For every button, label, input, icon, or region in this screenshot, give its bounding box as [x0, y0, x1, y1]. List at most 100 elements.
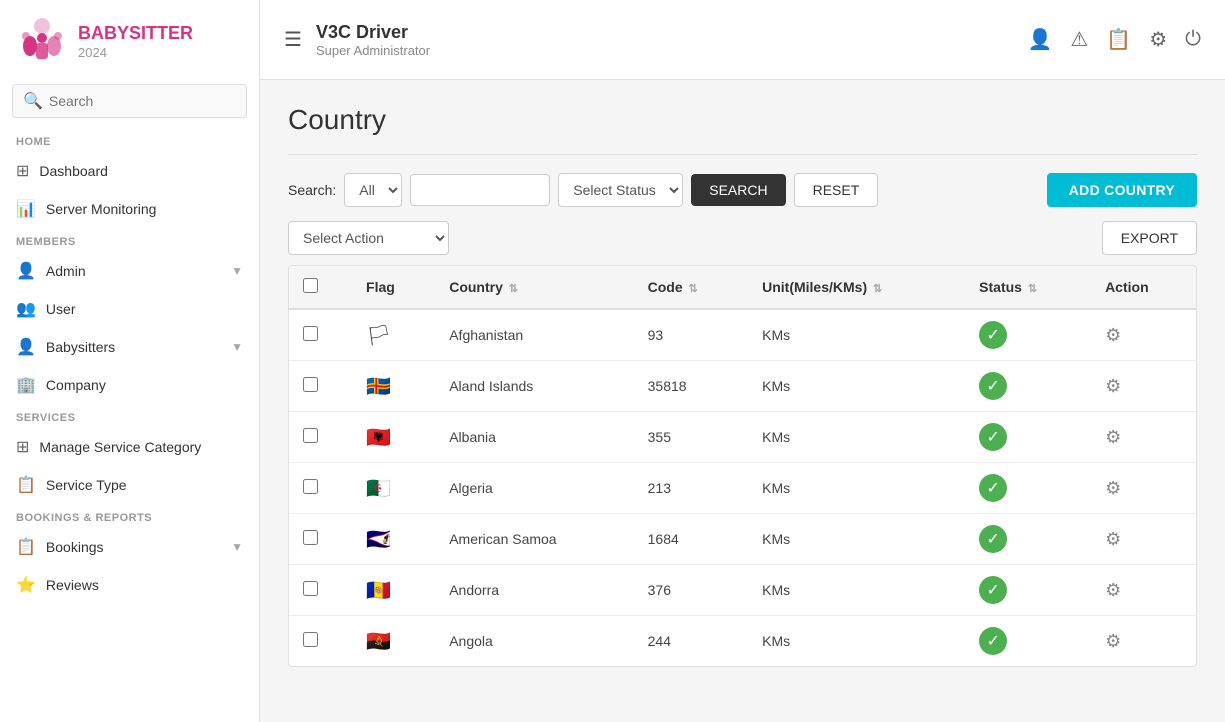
gear-action-button[interactable]: ⚙ [1105, 631, 1121, 652]
sidebar-item-label: Dashboard [39, 163, 108, 179]
status-active-icon[interactable]: ✓ [979, 474, 1007, 502]
row-status-cell: ✓ [965, 463, 1091, 514]
row-checkbox-5[interactable] [303, 581, 318, 596]
flag-emoji: 🇦🇸 [366, 529, 391, 551]
row-code-cell: 244 [634, 616, 748, 667]
row-flag-cell: 🇦🇩 [352, 565, 435, 616]
th-action: Action [1091, 266, 1196, 309]
sidebar-item-company[interactable]: 🏢 Company [0, 366, 259, 404]
row-checkbox-3[interactable] [303, 479, 318, 494]
alert-icon[interactable]: ⚠ [1070, 27, 1088, 52]
row-checkbox-cell [289, 565, 352, 616]
topbar: ☰ V3C Driver Super Administrator 👤 ⚠ 📋 ⚙… [260, 0, 1225, 80]
row-status-cell: ✓ [965, 309, 1091, 361]
gear-action-button[interactable]: ⚙ [1105, 478, 1121, 499]
main-area: ☰ V3C Driver Super Administrator 👤 ⚠ 📋 ⚙… [260, 0, 1225, 722]
row-checkbox-4[interactable] [303, 530, 318, 545]
sidebar-item-bookings[interactable]: 📋 Bookings ▼ [0, 528, 259, 566]
search-category-select[interactable]: All [344, 173, 402, 207]
row-unit-cell: KMs [748, 514, 965, 565]
th-code[interactable]: Code ⇅ [634, 266, 748, 309]
status-active-icon[interactable]: ✓ [979, 423, 1007, 451]
sidebar-item-user[interactable]: 👥 User [0, 290, 259, 328]
row-checkbox-6[interactable] [303, 632, 318, 647]
section-bookings-reports: BOOKINGS & REPORTS [0, 504, 259, 528]
gear-action-button[interactable]: ⚙ [1105, 529, 1121, 550]
sidebar-item-server-monitoring[interactable]: 📊 Server Monitoring [0, 190, 259, 228]
status-active-icon[interactable]: ✓ [979, 321, 1007, 349]
reset-button[interactable]: RESET [794, 173, 879, 207]
row-status-cell: ✓ [965, 565, 1091, 616]
row-flag-cell: 🇦🇸 [352, 514, 435, 565]
th-status[interactable]: Status ⇅ [965, 266, 1091, 309]
status-select[interactable]: Select Status Active Inactive [558, 173, 683, 207]
status-active-icon[interactable]: ✓ [979, 525, 1007, 553]
sort-country-icon: ⇅ [509, 283, 518, 295]
add-country-button[interactable]: ADD COUNTRY [1047, 173, 1197, 207]
gear-action-button[interactable]: ⚙ [1105, 580, 1121, 601]
sidebar-item-admin[interactable]: 👤 Admin ▼ [0, 252, 259, 290]
row-unit-cell: KMs [748, 463, 965, 514]
sidebar-item-reviews[interactable]: ⭐ Reviews [0, 566, 259, 604]
th-checkbox [289, 266, 352, 309]
row-checkbox-cell [289, 463, 352, 514]
row-checkbox-1[interactable] [303, 377, 318, 392]
th-country[interactable]: Country ⇅ [435, 266, 633, 309]
flag-emoji: 🇦🇱 [366, 427, 391, 449]
status-active-icon[interactable]: ✓ [979, 576, 1007, 604]
brand-logo [16, 16, 68, 68]
search-button[interactable]: SEARCH [691, 174, 785, 206]
action-select[interactable]: Select Action Delete Selected [288, 221, 449, 255]
select-all-checkbox[interactable] [303, 278, 318, 293]
row-action-cell: ⚙ [1091, 412, 1196, 463]
sidebar-item-service-type[interactable]: 📋 Service Type [0, 466, 259, 504]
brand-year: 2024 [78, 45, 193, 61]
settings-icon[interactable]: ⚙ [1149, 27, 1167, 52]
status-active-icon[interactable]: ✓ [979, 627, 1007, 655]
row-checkbox-0[interactable] [303, 326, 318, 341]
dashboard-icon: ⊞ [16, 161, 29, 181]
action-row: Select Action Delete Selected EXPORT [288, 221, 1197, 255]
row-checkbox-cell [289, 309, 352, 361]
row-country-cell: Afghanistan [435, 309, 633, 361]
row-checkbox-2[interactable] [303, 428, 318, 443]
sidebar-item-label: User [46, 301, 76, 317]
export-button[interactable]: EXPORT [1102, 221, 1197, 255]
gear-action-button[interactable]: ⚙ [1105, 376, 1121, 397]
babysitters-icon: 👤 [16, 337, 36, 357]
hamburger-menu-icon[interactable]: ☰ [284, 27, 302, 52]
gear-action-button[interactable]: ⚙ [1105, 427, 1121, 448]
notes-icon[interactable]: 📋 [1106, 27, 1131, 52]
title-divider [288, 154, 1197, 155]
service-category-icon: ⊞ [16, 437, 29, 457]
table-row: 🇦🇱 Albania 355 KMs ✓ ⚙ [289, 412, 1196, 463]
sidebar-search-box[interactable]: 🔍 [12, 84, 247, 118]
sidebar-item-dashboard[interactable]: ⊞ Dashboard [0, 152, 259, 190]
chevron-down-icon: ▼ [231, 264, 243, 278]
topbar-app-info: V3C Driver Super Administrator [316, 22, 430, 58]
th-flag: Flag [352, 266, 435, 309]
power-icon[interactable]: ⏻ [1185, 28, 1201, 51]
row-country-cell: Albania [435, 412, 633, 463]
th-unit[interactable]: Unit(Miles/KMs) ⇅ [748, 266, 965, 309]
service-type-icon: 📋 [16, 475, 36, 495]
country-table: Flag Country ⇅ Code ⇅ Unit(Miles/KMs) ⇅ … [289, 266, 1196, 666]
table-row: 🇦🇴 Angola 244 KMs ✓ ⚙ [289, 616, 1196, 667]
sidebar-item-label: Reviews [46, 577, 99, 593]
sidebar-item-babysitters[interactable]: 👤 Babysitters ▼ [0, 328, 259, 366]
gear-action-button[interactable]: ⚙ [1105, 325, 1121, 346]
row-flag-cell: 🇦🇱 [352, 412, 435, 463]
row-action-cell: ⚙ [1091, 565, 1196, 616]
search-text-input[interactable] [410, 174, 550, 206]
row-checkbox-cell [289, 361, 352, 412]
sidebar-item-manage-service-category[interactable]: ⊞ Manage Service Category [0, 428, 259, 466]
sort-code-icon: ⇅ [689, 283, 698, 295]
search-input[interactable] [49, 93, 236, 109]
topbar-left: ☰ V3C Driver Super Administrator [284, 22, 430, 58]
sort-unit-icon: ⇅ [873, 283, 882, 295]
admin-icon: 👤 [16, 261, 36, 281]
section-home: HOME [0, 128, 259, 152]
reviews-icon: ⭐ [16, 575, 36, 595]
user-profile-icon[interactable]: 👤 [1027, 27, 1052, 52]
status-active-icon[interactable]: ✓ [979, 372, 1007, 400]
